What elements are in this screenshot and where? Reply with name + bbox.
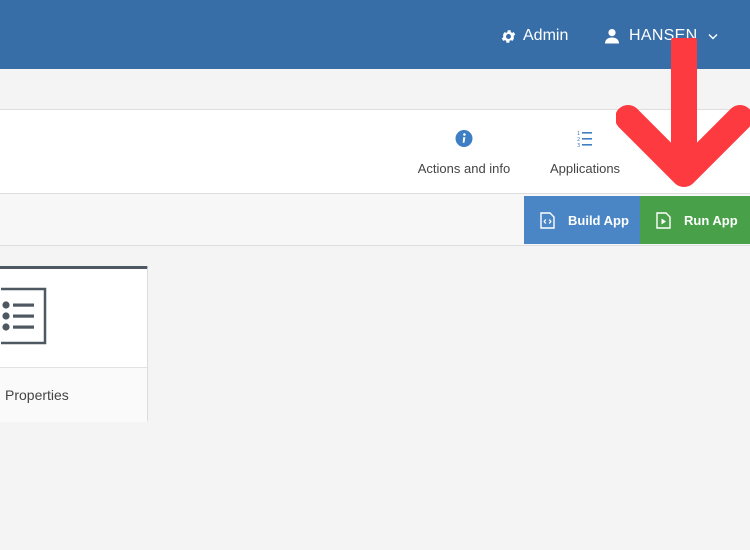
card-label: Properties	[5, 387, 69, 403]
build-app-label: Build App	[568, 212, 629, 228]
run-app-button[interactable]: Run App	[640, 196, 750, 244]
toolbar-item-obscured[interactable]	[650, 110, 750, 194]
info-icon	[455, 130, 473, 147]
toolbar-item-label: Applications	[549, 161, 621, 176]
bulleted-list-icon	[1, 287, 47, 345]
action-bar: Build App Run App	[0, 194, 750, 246]
card-footer: Properties	[0, 367, 147, 422]
breadcrumb-band	[0, 69, 750, 109]
gear-icon	[501, 29, 516, 43]
toolbar-item-applications[interactable]: 1 2 3 Applications	[545, 110, 625, 194]
toolbar-item-label: Actions and info	[417, 161, 511, 176]
code-file-icon	[540, 211, 555, 229]
top-navbar: Admin HANSEN	[0, 0, 750, 69]
properties-card[interactable]: Properties	[0, 266, 148, 422]
main-toolbar: Actions and info 1 2 3 Applications	[0, 109, 750, 194]
admin-menu-button[interactable]: Admin	[500, 24, 568, 48]
svg-text:3: 3	[577, 143, 580, 148]
build-app-button[interactable]: Build App	[524, 196, 640, 244]
user-name: HANSEN	[629, 27, 698, 44]
toolbar-item-actions-and-info[interactable]: Actions and info	[410, 110, 518, 194]
play-file-icon	[656, 211, 671, 229]
numbered-list-icon: 1 2 3	[577, 131, 592, 148]
admin-label: Admin	[523, 27, 569, 44]
run-app-label: Run App	[684, 212, 738, 228]
user-menu-button[interactable]: HANSEN	[604, 24, 718, 48]
chevron-down-icon	[708, 33, 718, 39]
user-icon	[605, 29, 619, 44]
